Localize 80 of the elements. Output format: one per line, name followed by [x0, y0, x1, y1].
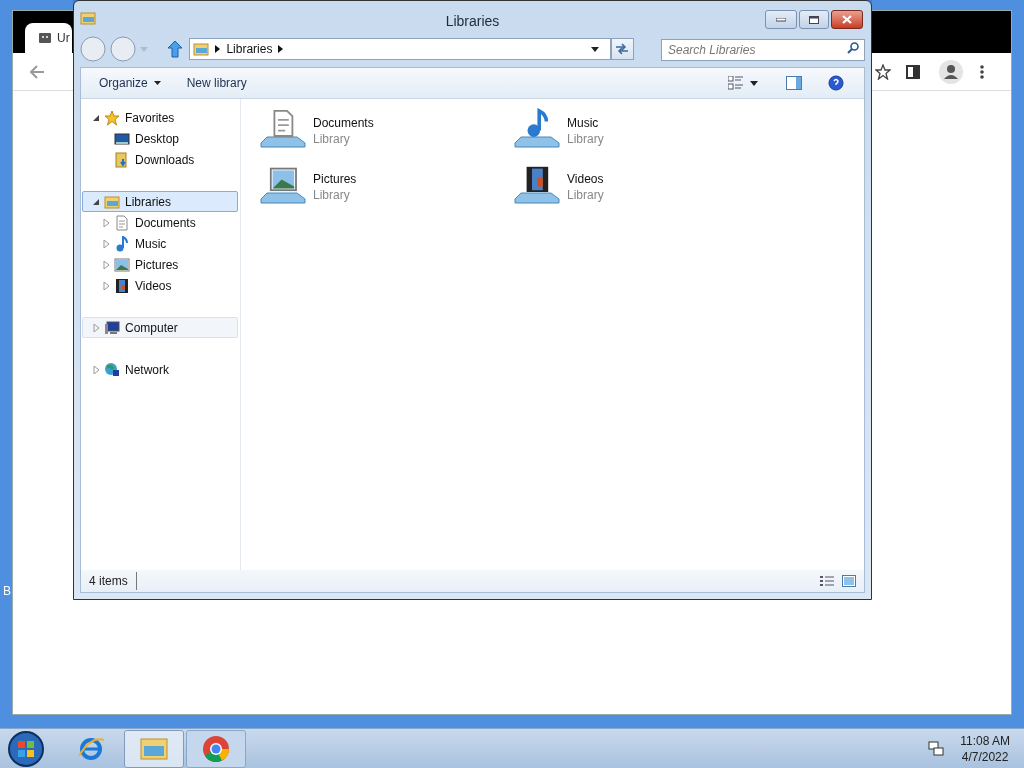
- breadcrumb-item[interactable]: Libraries: [226, 40, 273, 58]
- document-icon: [114, 214, 130, 231]
- help-icon[interactable]: [828, 75, 844, 91]
- sad-page-icon: [39, 32, 51, 44]
- item-name: Videos: [567, 171, 604, 187]
- search-field[interactable]: Search Libraries: [661, 39, 865, 61]
- browser-tab[interactable]: Ur: [25, 23, 72, 53]
- star-icon: [104, 109, 120, 126]
- nav-item[interactable]: Documents: [82, 212, 240, 233]
- maximize-icon: [809, 15, 819, 24]
- network-icon: [104, 361, 120, 378]
- music-note-icon: [114, 235, 130, 252]
- back-arrow-icon[interactable]: [29, 63, 45, 80]
- tab-title: Ur: [57, 30, 70, 47]
- nav-item[interactable]: Pictures: [82, 254, 240, 275]
- chrome-icon: [201, 733, 231, 764]
- item-type: Library: [313, 187, 351, 203]
- nav-item[interactable]: Network: [82, 359, 238, 380]
- nav-item[interactable]: Videos: [82, 275, 240, 296]
- nav-item[interactable]: Desktop: [82, 128, 240, 149]
- downloads-folder-icon: [114, 151, 130, 168]
- address-bar[interactable]: Libraries: [189, 38, 611, 60]
- details-view-icon[interactable]: [820, 575, 834, 587]
- taskbar-button[interactable]: [186, 729, 246, 768]
- item-type: Library: [567, 187, 604, 203]
- collapsed-arrow-icon[interactable]: [103, 218, 111, 227]
- library-folder-icon: [193, 41, 210, 57]
- collapsed-arrow-icon[interactable]: [103, 239, 111, 248]
- collapsed-arrow-icon[interactable]: [93, 365, 101, 374]
- refresh-arrows-icon: [615, 43, 630, 55]
- caret-icon: [153, 81, 161, 85]
- library-item[interactable]: Videos Library: [513, 159, 608, 215]
- collapsed-arrow-icon[interactable]: [103, 281, 111, 290]
- start-button-icon[interactable]: [6, 729, 46, 768]
- side-panel-icon[interactable]: [905, 63, 921, 80]
- film-icon: [114, 277, 130, 294]
- item-type: Library: [313, 131, 351, 147]
- library-item[interactable]: Pictures Library: [259, 159, 361, 215]
- nav-item[interactable]: Libraries: [82, 191, 238, 212]
- clock[interactable]: 11:08 AM 4/7/2022: [960, 732, 1010, 765]
- expanded-arrow-icon[interactable]: [93, 113, 101, 122]
- close-button[interactable]: [831, 10, 863, 29]
- close-icon: [842, 15, 852, 24]
- preview-pane-icon[interactable]: [786, 76, 802, 90]
- refresh-button[interactable]: [611, 38, 634, 60]
- nav-item[interactable]: Music: [82, 233, 240, 254]
- nav-item[interactable]: Favorites: [82, 107, 238, 128]
- minimize-icon: [776, 17, 786, 22]
- dropdown-icon[interactable]: [591, 46, 599, 52]
- collapsed-arrow-icon[interactable]: [103, 260, 111, 269]
- menu-icon[interactable]: [979, 63, 985, 80]
- up-arrow-icon[interactable]: [167, 40, 184, 58]
- network-status-icon[interactable]: [928, 740, 945, 757]
- breadcrumb-arrow-icon[interactable]: [215, 45, 221, 53]
- view-options-icon[interactable]: [728, 76, 744, 90]
- status-text: 4 items: [89, 572, 137, 590]
- library-folder-icon: [104, 193, 120, 210]
- breadcrumb-arrow-icon[interactable]: [278, 45, 284, 53]
- search-icon[interactable]: [847, 42, 859, 54]
- toolbar-button[interactable]: Organize: [89, 71, 171, 95]
- nav-item[interactable]: Computer: [82, 317, 238, 338]
- expanded-arrow-icon[interactable]: [93, 197, 101, 206]
- item-name: Music: [567, 115, 600, 131]
- maximize-button[interactable]: [799, 10, 829, 29]
- toolbar-button[interactable]: New library: [176, 71, 257, 95]
- caret-icon[interactable]: [750, 80, 758, 86]
- profile-icon[interactable]: [939, 59, 963, 84]
- item-type: Library: [567, 131, 604, 147]
- nav-item[interactable]: Downloads: [82, 149, 240, 170]
- item-name: Pictures: [313, 171, 357, 187]
- library-item[interactable]: Documents Library: [259, 103, 378, 159]
- computer-icon: [104, 319, 120, 336]
- large-icons-view-icon[interactable]: [842, 575, 856, 587]
- desktop-icon: [114, 130, 130, 147]
- bookmark-star-icon[interactable]: [875, 63, 891, 80]
- window-title: Libraries: [445, 12, 500, 31]
- item-name: Documents: [313, 115, 374, 131]
- picture-icon: [114, 256, 130, 273]
- library-folder-icon: [80, 10, 96, 26]
- library-item[interactable]: Music Library: [513, 103, 608, 159]
